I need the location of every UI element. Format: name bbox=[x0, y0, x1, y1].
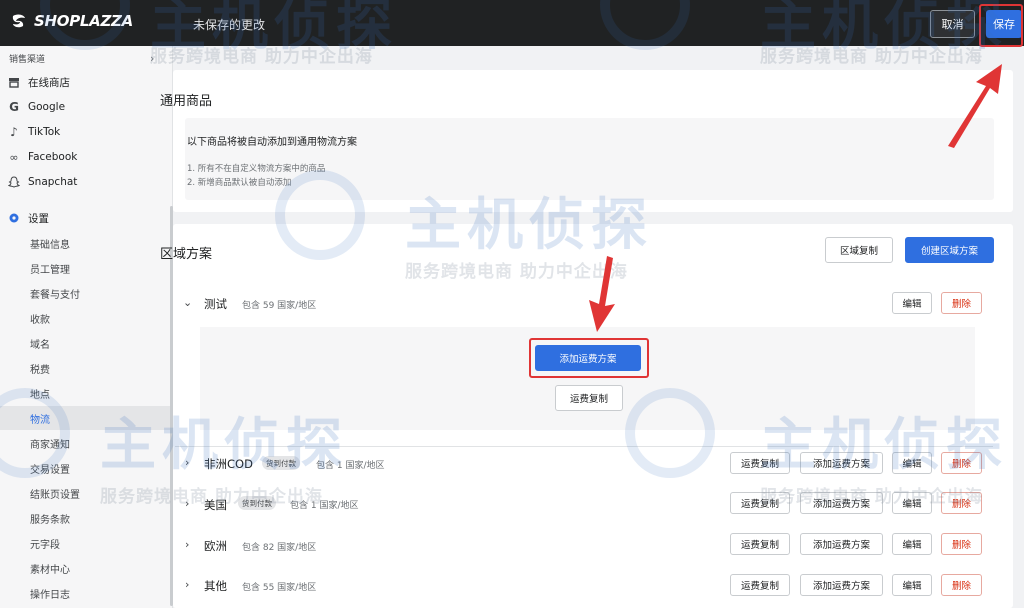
general-note-2: 2. 新增商品默认被自动添加 bbox=[187, 178, 292, 188]
sidebar-subitem-checkout-page[interactable]: 结账页设置 bbox=[30, 486, 80, 501]
delete-button[interactable]: 删除 bbox=[941, 452, 982, 474]
unsaved-changes-label: 未保存的更改 bbox=[193, 18, 266, 32]
gear-icon bbox=[8, 212, 20, 224]
sidebar-item-label: TikTok bbox=[28, 126, 61, 138]
sidebar-subitem-policies[interactable]: 服务条款 bbox=[30, 511, 70, 526]
sidebar-subitem-assets[interactable]: 素材中心 bbox=[30, 561, 70, 576]
delete-button[interactable]: 删除 bbox=[941, 574, 982, 596]
zone-name-test: 测试 bbox=[204, 297, 227, 311]
meta-icon: ∞ bbox=[9, 150, 19, 164]
sidebar-item-snapchat[interactable]: Snapchat bbox=[8, 172, 77, 192]
general-description: 以下商品将被自动添加到通用物流方案 bbox=[187, 137, 357, 148]
zone-count: 包含 82 国家/地区 bbox=[242, 543, 317, 553]
edit-button[interactable]: 编辑 bbox=[892, 492, 932, 514]
sidebar-subitem-taxes[interactable]: 税费 bbox=[30, 361, 50, 376]
add-fee-plan-button[interactable]: 添加运费方案 bbox=[800, 533, 883, 555]
create-zone-button[interactable]: 创建区域方案 bbox=[905, 237, 994, 263]
top-bar: SHOPLAZZA 未保存的更改 取消 保存 bbox=[0, 0, 1024, 46]
sidebar-item-online-store[interactable]: 在线商店 bbox=[8, 72, 70, 92]
sidebar-subitem-metafields[interactable]: 元字段 bbox=[30, 536, 60, 551]
store-icon bbox=[8, 76, 20, 88]
divider bbox=[175, 446, 993, 447]
sidebar-item-google[interactable]: G Google bbox=[8, 97, 65, 117]
google-icon: G bbox=[9, 100, 19, 114]
sales-channels-label: 销售渠道 bbox=[9, 55, 46, 65]
copy-fee-button[interactable]: 运费复制 bbox=[730, 492, 790, 514]
watermark-logo bbox=[625, 388, 715, 478]
chevron-right-icon[interactable]: › bbox=[185, 497, 189, 510]
general-products-title: 通用商品 bbox=[160, 94, 213, 109]
edit-button[interactable]: 编辑 bbox=[892, 533, 932, 555]
sidebar-subitem-domains[interactable]: 域名 bbox=[30, 336, 50, 351]
shoplazza-logo-icon bbox=[12, 14, 25, 28]
sidebar-subitem-basic-info[interactable]: 基础信息 bbox=[30, 236, 70, 251]
zone-count: 包含 1 国家/地区 bbox=[290, 501, 359, 511]
sidebar-item-label: Facebook bbox=[28, 151, 78, 163]
delete-button[interactable]: 删除 bbox=[941, 533, 982, 555]
sidebar-item-tiktok[interactable]: ♪ TikTok bbox=[8, 122, 60, 142]
copy-fee-button[interactable]: 运费复制 bbox=[730, 452, 790, 474]
edit-button[interactable]: 编辑 bbox=[892, 292, 932, 314]
delete-button[interactable]: 删除 bbox=[941, 492, 982, 514]
delete-button[interactable]: 删除 bbox=[941, 292, 982, 314]
chevron-right-icon[interactable]: › bbox=[185, 538, 189, 551]
zone-name: 欧洲 bbox=[204, 539, 227, 553]
edit-button[interactable]: 编辑 bbox=[892, 574, 932, 596]
zone-count: 包含 1 国家/地区 bbox=[316, 461, 385, 471]
sidebar-item-label: 在线商店 bbox=[28, 76, 70, 89]
sidebar-subitem-plan[interactable]: 套餐与支付 bbox=[30, 286, 80, 301]
collapse-chevron-icon[interactable]: › bbox=[150, 52, 154, 65]
sidebar: 销售渠道 › 在线商店 G Google ♪ TikTok ∞ Facebook… bbox=[0, 46, 173, 608]
sidebar-subitem-staff[interactable]: 员工管理 bbox=[30, 261, 70, 276]
sidebar-item-label: Google bbox=[28, 101, 66, 113]
zones-title: 区域方案 bbox=[160, 247, 213, 262]
zone-name: 美国 bbox=[204, 498, 227, 512]
copy-fee-button[interactable]: 运费复制 bbox=[555, 385, 623, 411]
add-fee-plan-button[interactable]: 添加运费方案 bbox=[800, 492, 883, 514]
zone-count: 包含 59 国家/地区 bbox=[242, 301, 317, 311]
cancel-button[interactable]: 取消 bbox=[930, 10, 975, 38]
sidebar-item-facebook[interactable]: ∞ Facebook bbox=[8, 147, 77, 167]
sidebar-subitem-payments[interactable]: 收款 bbox=[30, 311, 50, 326]
copy-fee-button[interactable]: 运费复制 bbox=[730, 533, 790, 555]
chevron-right-icon[interactable]: › bbox=[185, 578, 189, 591]
add-fee-plan-button[interactable]: 添加运费方案 bbox=[800, 574, 883, 596]
sidebar-subitem-logs[interactable]: 操作日志 bbox=[30, 586, 70, 601]
sidebar-item-settings[interactable]: 设置 bbox=[8, 208, 49, 228]
save-highlight-box bbox=[979, 4, 1023, 47]
zone-name: 非洲COD bbox=[204, 457, 253, 471]
sidebar-item-label: 设置 bbox=[28, 212, 49, 225]
cod-badge: 货到付款 bbox=[238, 496, 276, 510]
copy-zone-button[interactable]: 区域复制 bbox=[825, 237, 893, 263]
copy-fee-button[interactable]: 运费复制 bbox=[730, 574, 790, 596]
add-fee-highlight-box bbox=[529, 338, 649, 378]
snapchat-icon bbox=[8, 176, 20, 188]
zone-count: 包含 55 国家/地区 bbox=[242, 583, 317, 593]
edit-button[interactable]: 编辑 bbox=[892, 452, 932, 474]
zone-name: 其他 bbox=[204, 579, 227, 593]
tiktok-icon: ♪ bbox=[10, 125, 18, 139]
chevron-down-icon[interactable]: ⌄ bbox=[183, 296, 192, 309]
cod-badge: 货到付款 bbox=[262, 456, 300, 470]
watermark-logo bbox=[275, 170, 365, 260]
add-fee-plan-button[interactable]: 添加运费方案 bbox=[800, 452, 883, 474]
sidebar-item-label: Snapchat bbox=[28, 176, 78, 188]
chevron-right-icon[interactable]: › bbox=[185, 456, 189, 469]
